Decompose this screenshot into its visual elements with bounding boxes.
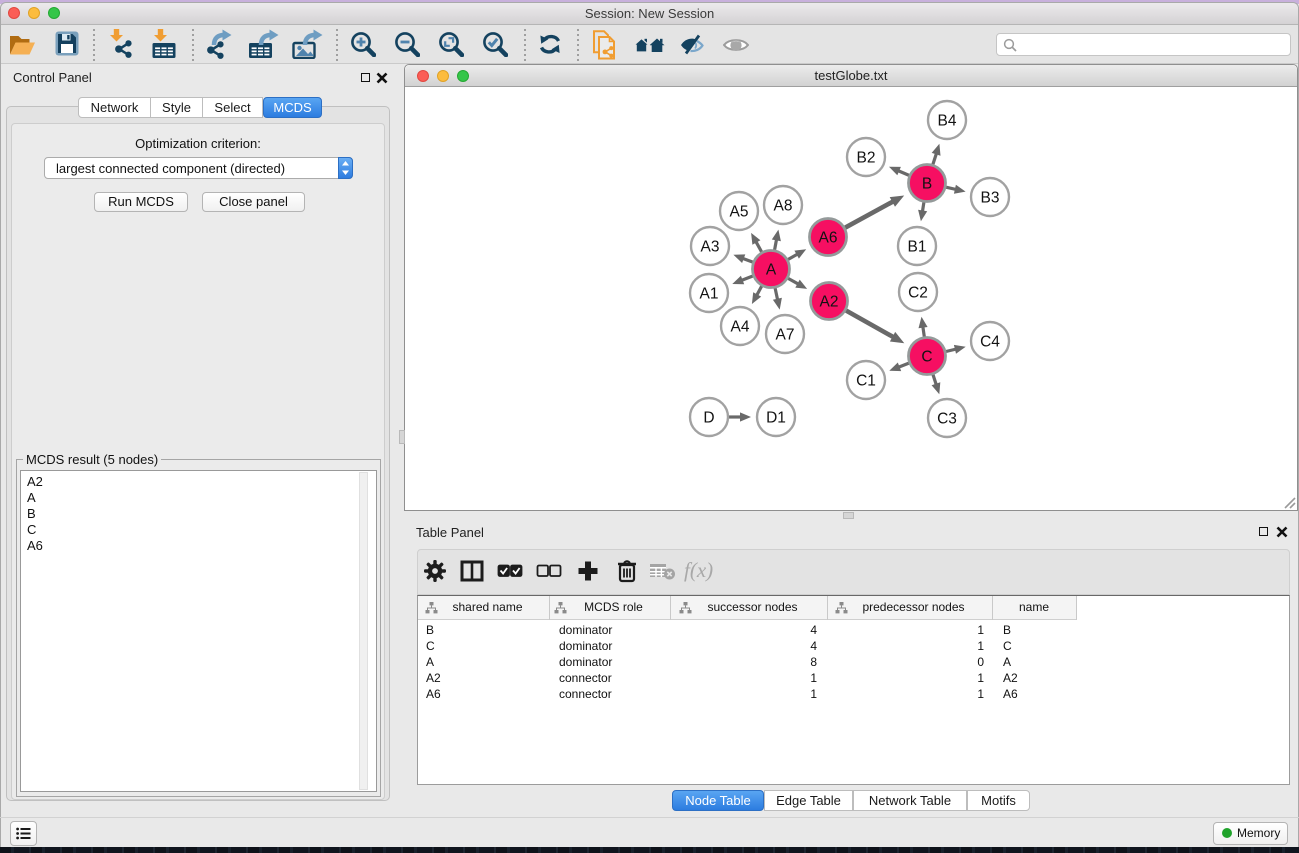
svg-text:C4: C4 <box>980 334 1000 351</box>
svg-text:B: B <box>922 176 932 193</box>
svg-text:C: C <box>921 349 932 366</box>
svg-text:A2: A2 <box>820 294 839 311</box>
svg-text:A: A <box>766 262 777 279</box>
svg-text:A1: A1 <box>700 286 719 303</box>
svg-text:A8: A8 <box>774 198 793 215</box>
svg-text:B3: B3 <box>981 190 1000 207</box>
svg-text:C3: C3 <box>937 411 957 428</box>
svg-text:B4: B4 <box>938 113 957 130</box>
svg-text:A6: A6 <box>819 230 838 247</box>
svg-text:A5: A5 <box>730 204 749 221</box>
svg-text:D1: D1 <box>766 410 786 427</box>
svg-text:C1: C1 <box>856 373 876 390</box>
svg-text:B1: B1 <box>908 239 927 256</box>
svg-text:A3: A3 <box>701 239 720 256</box>
svg-text:A7: A7 <box>776 327 795 344</box>
svg-text:D: D <box>703 410 714 427</box>
svg-text:B2: B2 <box>857 150 876 167</box>
svg-text:A4: A4 <box>731 319 750 336</box>
svg-text:C2: C2 <box>908 285 928 302</box>
